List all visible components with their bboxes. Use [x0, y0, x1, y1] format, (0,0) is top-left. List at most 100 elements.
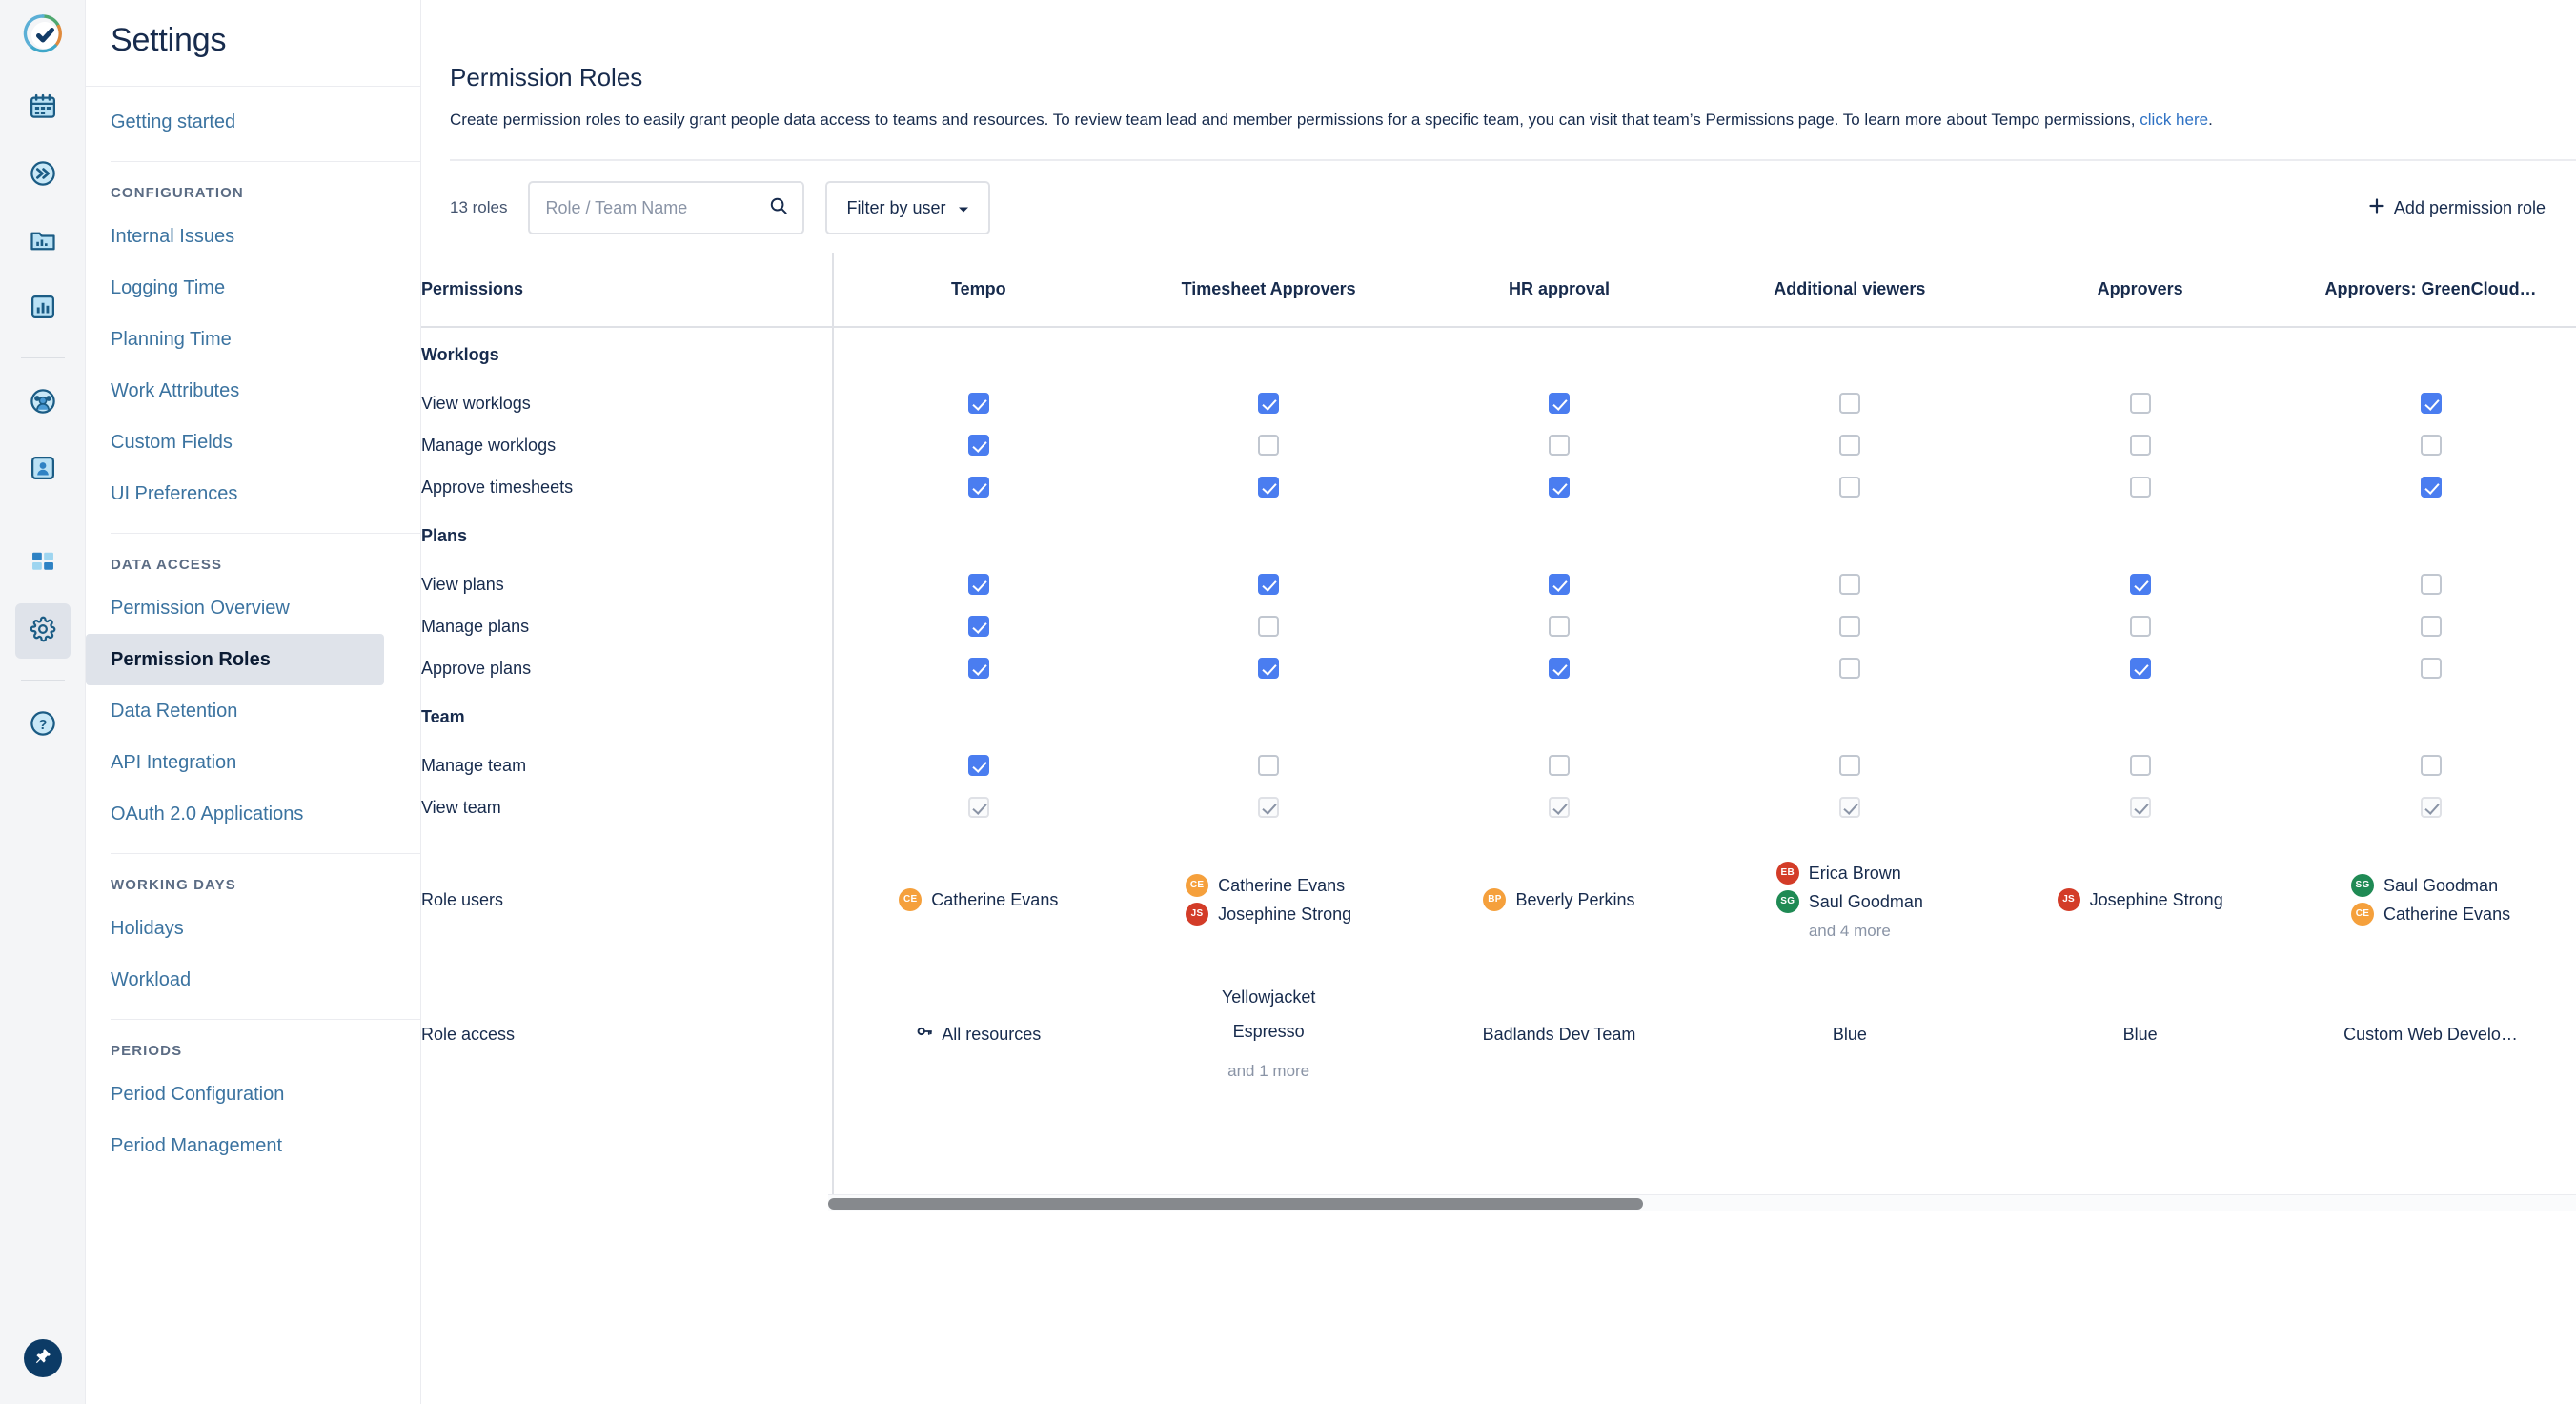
checkbox-approve-timesheets-hr-approval[interactable]	[1549, 477, 1570, 498]
checkbox-view-plans-approvers-greencloud[interactable]	[2421, 574, 2442, 595]
checkbox-approve-timesheets-approvers[interactable]	[2130, 477, 2151, 498]
sidebar-item-permission-overview[interactable]: Permission Overview	[86, 582, 384, 634]
sidebar-item-ui-preferences[interactable]: UI Preferences	[86, 468, 384, 519]
sidebar-item-internal-issues[interactable]: Internal Issues	[86, 211, 384, 262]
role-user-item[interactable]: CECatherine Evans	[2351, 900, 2510, 928]
checkbox-approve-plans-approvers[interactable]	[2130, 658, 2151, 679]
filter-by-user-button[interactable]: Filter by user	[825, 181, 989, 234]
search-input[interactable]	[545, 198, 768, 218]
role-users-more-link[interactable]: and 4 more	[1704, 922, 1995, 941]
checkbox-approve-timesheets-tempo[interactable]	[968, 477, 989, 498]
sidebar-item-holidays[interactable]: Holidays	[86, 903, 384, 954]
checkbox-view-worklogs-tempo[interactable]	[968, 393, 989, 414]
sidebar-item-oauth-applications[interactable]: OAuth 2.0 Applications	[86, 788, 384, 840]
role-user-item[interactable]: JSJosephine Strong	[1186, 900, 1351, 928]
sidebar-item-getting-started[interactable]: Getting started	[86, 96, 384, 148]
sidebar-item-logging-time[interactable]: Logging Time	[86, 262, 384, 314]
sidebar-icon-settings[interactable]	[15, 603, 71, 659]
checkbox-approve-plans-timesheet-approvers[interactable]	[1258, 658, 1279, 679]
sidebar-icon-teams[interactable]	[15, 376, 71, 431]
role-user-name: Catherine Evans	[931, 885, 1058, 914]
column-header-hr-approval[interactable]: HR approval	[1414, 253, 1705, 327]
checkbox-manage-plans-additional-viewers[interactable]	[1839, 616, 1860, 637]
tempo-logo-icon[interactable]	[21, 11, 65, 60]
checkbox-manage-team-approvers-greencloud[interactable]	[2421, 755, 2442, 776]
checkbox-view-plans-additional-viewers[interactable]	[1839, 574, 1860, 595]
checkbox-view-worklogs-approvers[interactable]	[2130, 393, 2151, 414]
sidebar-item-data-retention[interactable]: Data Retention	[86, 685, 384, 737]
checkbox-view-plans-approvers[interactable]	[2130, 574, 2151, 595]
column-header-approvers-greencloud[interactable]: Approvers: GreenCloud…	[2285, 253, 2576, 327]
search-box[interactable]	[528, 181, 804, 234]
checkbox-view-worklogs-additional-viewers[interactable]	[1839, 393, 1860, 414]
checkbox-manage-worklogs-timesheet-approvers[interactable]	[1258, 435, 1279, 456]
checkbox-approve-plans-approvers-greencloud[interactable]	[2421, 658, 2442, 679]
sidebar-icon-reports-folder[interactable]	[15, 214, 71, 270]
checkbox-approve-plans-tempo[interactable]	[968, 658, 989, 679]
pin-icon	[33, 1347, 52, 1371]
permission-cell	[2285, 786, 2576, 828]
checkbox-manage-plans-approvers[interactable]	[2130, 616, 2151, 637]
horizontal-scrollbar-track[interactable]	[828, 1194, 2576, 1211]
checkbox-view-worklogs-hr-approval[interactable]	[1549, 393, 1570, 414]
sidebar-icon-fast-forward[interactable]	[15, 148, 71, 203]
checkbox-manage-team-tempo[interactable]	[968, 755, 989, 776]
sidebar-item-period-configuration[interactable]: Period Configuration	[86, 1068, 384, 1120]
sidebar-icon-reports[interactable]	[15, 281, 71, 336]
column-header-tempo[interactable]: Tempo	[833, 253, 1124, 327]
checkbox-manage-worklogs-additional-viewers[interactable]	[1839, 435, 1860, 456]
pin-sidebar-button[interactable]	[24, 1339, 62, 1377]
checkbox-manage-plans-approvers-greencloud[interactable]	[2421, 616, 2442, 637]
checkbox-manage-plans-hr-approval[interactable]	[1549, 616, 1570, 637]
role-user-item[interactable]: SGSaul Goodman	[1776, 887, 1923, 916]
sidebar-item-custom-fields[interactable]: Custom Fields	[86, 417, 384, 468]
sidebar-item-workload[interactable]: Workload	[86, 954, 384, 1006]
role-user-item[interactable]: CECatherine Evans	[1186, 871, 1351, 900]
checkbox-view-plans-hr-approval[interactable]	[1549, 574, 1570, 595]
role-user-item[interactable]: JSJosephine Strong	[2058, 885, 2223, 914]
role-access-more-link[interactable]: and 1 more	[1124, 1054, 1414, 1089]
checkbox-manage-team-additional-viewers[interactable]	[1839, 755, 1860, 776]
sidebar-icon-apps[interactable]	[15, 537, 71, 592]
section-spacer-cell	[1995, 508, 2285, 563]
add-permission-role-button[interactable]: Add permission role	[2367, 196, 2546, 220]
checkbox-approve-timesheets-additional-viewers[interactable]	[1839, 477, 1860, 498]
checkbox-view-worklogs-approvers-greencloud[interactable]	[2421, 393, 2442, 414]
sidebar-item-permission-roles[interactable]: Permission Roles	[86, 634, 384, 685]
checkbox-manage-plans-timesheet-approvers[interactable]	[1258, 616, 1279, 637]
sidebar-icon-accounts[interactable]	[15, 442, 71, 498]
checkbox-manage-plans-tempo[interactable]	[968, 616, 989, 637]
role-user-item[interactable]: BPBeverly Perkins	[1483, 885, 1634, 914]
column-header-additional-viewers[interactable]: Additional viewers	[1704, 253, 1995, 327]
role-user-item[interactable]: CECatherine Evans	[899, 885, 1058, 914]
role-user-item[interactable]: EBErica Brown	[1776, 859, 1923, 887]
checkbox-approve-timesheets-approvers-greencloud[interactable]	[2421, 477, 2442, 498]
sidebar-item-work-attributes[interactable]: Work Attributes	[86, 365, 384, 417]
role-user-item[interactable]: SGSaul Goodman	[2351, 871, 2510, 900]
checkbox-manage-team-approvers[interactable]	[2130, 755, 2151, 776]
checkbox-manage-worklogs-hr-approval[interactable]	[1549, 435, 1570, 456]
search-icon[interactable]	[768, 195, 789, 221]
checkbox-manage-worklogs-approvers-greencloud[interactable]	[2421, 435, 2442, 456]
checkbox-approve-timesheets-timesheet-approvers[interactable]	[1258, 477, 1279, 498]
checkbox-approve-plans-hr-approval[interactable]	[1549, 658, 1570, 679]
checkbox-manage-worklogs-tempo[interactable]	[968, 435, 989, 456]
learn-more-link[interactable]: click here	[2140, 111, 2208, 129]
column-header-approvers[interactable]: Approvers	[1995, 253, 2285, 327]
checkbox-manage-worklogs-approvers[interactable]	[2130, 435, 2151, 456]
checkbox-manage-team-hr-approval[interactable]	[1549, 755, 1570, 776]
permission-cell	[1704, 563, 1995, 605]
checkbox-approve-plans-additional-viewers[interactable]	[1839, 658, 1860, 679]
sidebar-icon-help[interactable]: ?	[15, 698, 71, 753]
horizontal-scrollbar-thumb[interactable]	[828, 1198, 1643, 1210]
sidebar-item-planning-time[interactable]: Planning Time	[86, 314, 384, 365]
checkbox-view-team-tempo	[968, 797, 989, 818]
checkbox-view-worklogs-timesheet-approvers[interactable]	[1258, 393, 1279, 414]
column-header-timesheet-approvers[interactable]: Timesheet Approvers	[1124, 253, 1414, 327]
sidebar-item-period-management[interactable]: Period Management	[86, 1120, 384, 1171]
sidebar-item-api-integration[interactable]: API Integration	[86, 737, 384, 788]
sidebar-icon-calendar[interactable]	[15, 81, 71, 136]
checkbox-manage-team-timesheet-approvers[interactable]	[1258, 755, 1279, 776]
checkbox-view-plans-tempo[interactable]	[968, 574, 989, 595]
checkbox-view-plans-timesheet-approvers[interactable]	[1258, 574, 1279, 595]
